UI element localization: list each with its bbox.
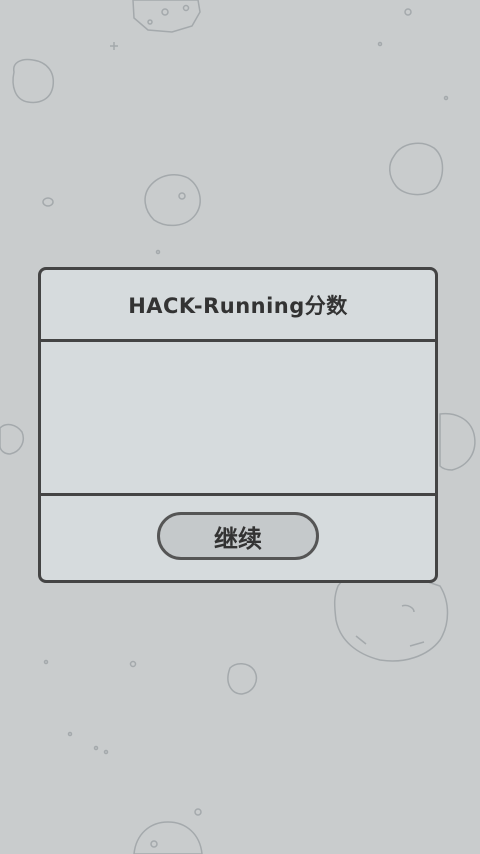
asteroid — [0, 423, 24, 455]
asteroid — [439, 412, 476, 471]
asteroid — [227, 663, 258, 695]
dialog-title: HACK-Running分数 — [128, 293, 348, 318]
score-dialog: HACK-Running分数 继续 — [38, 267, 438, 583]
asteroid — [12, 58, 55, 104]
continue-button[interactable]: 继续 — [157, 512, 319, 560]
dialog-footer: 继续 — [41, 496, 435, 580]
score-content-area — [41, 342, 435, 496]
asteroid — [144, 173, 201, 227]
asteroid — [133, 821, 203, 854]
dialog-header: HACK-Running分数 — [41, 270, 435, 342]
asteroid — [389, 142, 444, 196]
asteroid — [132, 0, 201, 33]
